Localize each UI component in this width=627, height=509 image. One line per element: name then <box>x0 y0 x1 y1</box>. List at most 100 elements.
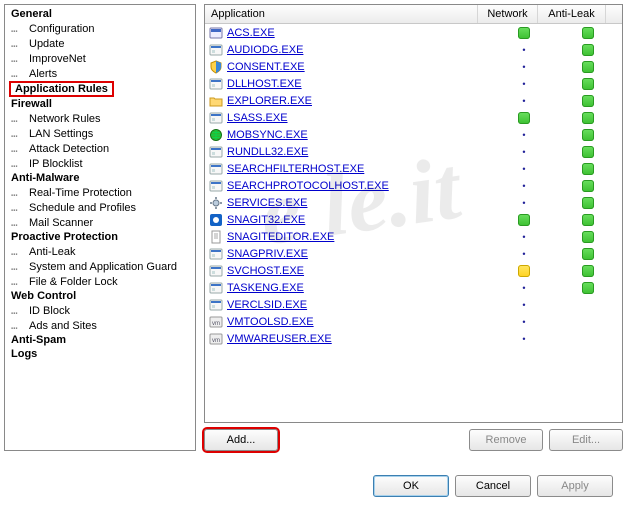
table-row[interactable]: SEARCHFILTERHOST.EXE • <box>205 160 622 177</box>
table-row[interactable]: SNAGPRIV.EXE • <box>205 245 622 262</box>
table-row[interactable]: vmVMWAREUSER.EXE• <box>205 330 622 347</box>
cell-anti-leak[interactable] <box>554 162 622 174</box>
tree-category[interactable]: Web Control <box>5 289 195 303</box>
tree-item[interactable]: …Ads and Sites <box>5 318 195 333</box>
app-name-link[interactable]: SERVICES.EXE <box>227 197 308 209</box>
cell-anti-leak[interactable] <box>554 213 622 225</box>
cell-network[interactable] <box>494 26 554 38</box>
cell-network[interactable] <box>494 213 554 225</box>
app-name-link[interactable]: SEARCHPROTOCOLHOST.EXE <box>227 180 389 192</box>
app-name-link[interactable]: SNAGPRIV.EXE <box>227 248 308 260</box>
cell-network[interactable]: • <box>494 180 554 192</box>
cell-network[interactable]: • <box>494 248 554 260</box>
settings-tree[interactable]: General…Configuration…Update…ImproveNet…… <box>4 4 196 451</box>
cell-anti-leak[interactable] <box>554 196 622 208</box>
cell-network[interactable]: • <box>494 231 554 243</box>
app-name-link[interactable]: ACS.EXE <box>227 27 275 39</box>
app-name-link[interactable]: MOBSYNC.EXE <box>227 129 308 141</box>
tree-category[interactable]: General <box>5 7 195 21</box>
app-name-link[interactable]: AUDIODG.EXE <box>227 44 303 56</box>
cell-anti-leak[interactable] <box>554 281 622 293</box>
ok-button[interactable]: OK <box>373 475 449 497</box>
tree-item[interactable]: …Anti-Leak <box>5 244 195 259</box>
col-network[interactable]: Network <box>478 5 538 23</box>
tree-item[interactable]: …Network Rules <box>5 111 195 126</box>
cell-anti-leak[interactable] <box>554 26 622 38</box>
tree-category[interactable]: Firewall <box>5 97 195 111</box>
col-application[interactable]: Application <box>205 5 478 23</box>
tree-item[interactable]: …Mail Scanner <box>5 215 195 230</box>
tree-item[interactable]: …Alerts <box>5 66 195 81</box>
cell-anti-leak[interactable] <box>554 247 622 259</box>
tree-item[interactable]: …File & Folder Lock <box>5 274 195 289</box>
cell-network[interactable]: • <box>494 282 554 294</box>
tree-category[interactable]: Proactive Protection <box>5 230 195 244</box>
cell-anti-leak[interactable] <box>554 145 622 157</box>
table-row[interactable]: SNAGITEDITOR.EXE • <box>205 228 622 245</box>
table-row[interactable]: MOBSYNC.EXE • <box>205 126 622 143</box>
tree-item[interactable]: …Attack Detection <box>5 141 195 156</box>
cell-network[interactable]: • <box>494 95 554 107</box>
table-row[interactable]: SEARCHPROTOCOLHOST.EXE • <box>205 177 622 194</box>
tree-item[interactable]: …Schedule and Profiles <box>5 200 195 215</box>
table-row[interactable]: EXPLORER.EXE • <box>205 92 622 109</box>
app-name-link[interactable]: SEARCHFILTERHOST.EXE <box>227 163 364 175</box>
table-row[interactable]: TASKENG.EXE • <box>205 279 622 296</box>
cell-anti-leak[interactable] <box>554 94 622 106</box>
tree-item[interactable]: …Update <box>5 36 195 51</box>
tree-category[interactable]: Anti-Spam <box>5 333 195 347</box>
table-row[interactable]: LSASS.EXE <box>205 109 622 126</box>
tree-category[interactable]: Application Rules <box>9 81 114 97</box>
table-row[interactable]: SERVICES.EXE • <box>205 194 622 211</box>
table-row[interactable]: vmVMTOOLSD.EXE• <box>205 313 622 330</box>
cell-anti-leak[interactable] <box>554 77 622 89</box>
tree-item[interactable]: …ImproveNet <box>5 51 195 66</box>
app-name-link[interactable]: VMTOOLSD.EXE <box>227 316 314 328</box>
app-name-link[interactable]: SNAGITEDITOR.EXE <box>227 231 334 243</box>
table-row[interactable]: AUDIODG.EXE • <box>205 41 622 58</box>
cell-network[interactable]: • <box>494 129 554 141</box>
cell-anti-leak[interactable] <box>554 43 622 55</box>
app-name-link[interactable]: VMWAREUSER.EXE <box>227 333 332 345</box>
table-row[interactable]: RUNDLL32.EXE • <box>205 143 622 160</box>
cell-network[interactable]: • <box>494 163 554 175</box>
cell-anti-leak[interactable] <box>554 230 622 242</box>
cell-network[interactable]: • <box>494 333 554 345</box>
table-row[interactable]: CONSENT.EXE • <box>205 58 622 75</box>
app-name-link[interactable]: TASKENG.EXE <box>227 282 304 294</box>
table-row[interactable]: ACS.EXE <box>205 24 622 41</box>
tree-category[interactable]: Logs <box>5 347 195 361</box>
cell-anti-leak[interactable] <box>554 264 622 276</box>
table-row[interactable]: SNAGIT32.EXE <box>205 211 622 228</box>
tree-item[interactable]: …Real-Time Protection <box>5 185 195 200</box>
cell-network[interactable]: • <box>494 146 554 158</box>
table-row[interactable]: SVCHOST.EXE <box>205 262 622 279</box>
add-button[interactable]: Add... <box>204 429 278 451</box>
cell-network[interactable]: • <box>494 61 554 73</box>
table-row[interactable]: VERCLSID.EXE• <box>205 296 622 313</box>
cell-network[interactable] <box>494 111 554 123</box>
tree-item[interactable]: …IP Blocklist <box>5 156 195 171</box>
cell-network[interactable] <box>494 264 554 276</box>
app-name-link[interactable]: RUNDLL32.EXE <box>227 146 308 158</box>
cell-network[interactable]: • <box>494 197 554 209</box>
cell-network[interactable]: • <box>494 44 554 56</box>
tree-item[interactable]: …ID Block <box>5 303 195 318</box>
tree-item[interactable]: …LAN Settings <box>5 126 195 141</box>
table-row[interactable]: DLLHOST.EXE • <box>205 75 622 92</box>
app-name-link[interactable]: SNAGIT32.EXE <box>227 214 305 226</box>
cell-network[interactable]: • <box>494 316 554 328</box>
app-name-link[interactable]: SVCHOST.EXE <box>227 265 304 277</box>
tree-item[interactable]: …Configuration <box>5 21 195 36</box>
app-name-link[interactable]: CONSENT.EXE <box>227 61 305 73</box>
app-name-link[interactable]: DLLHOST.EXE <box>227 78 302 90</box>
app-name-link[interactable]: EXPLORER.EXE <box>227 95 312 107</box>
remove-button[interactable]: Remove <box>469 429 543 451</box>
tree-item[interactable]: …System and Application Guard <box>5 259 195 274</box>
cell-network[interactable]: • <box>494 78 554 90</box>
cell-anti-leak[interactable] <box>554 60 622 72</box>
apply-button[interactable]: Apply <box>537 475 613 497</box>
cell-anti-leak[interactable] <box>554 128 622 140</box>
col-anti-leak[interactable]: Anti-Leak <box>538 5 606 23</box>
cell-network[interactable]: • <box>494 299 554 311</box>
